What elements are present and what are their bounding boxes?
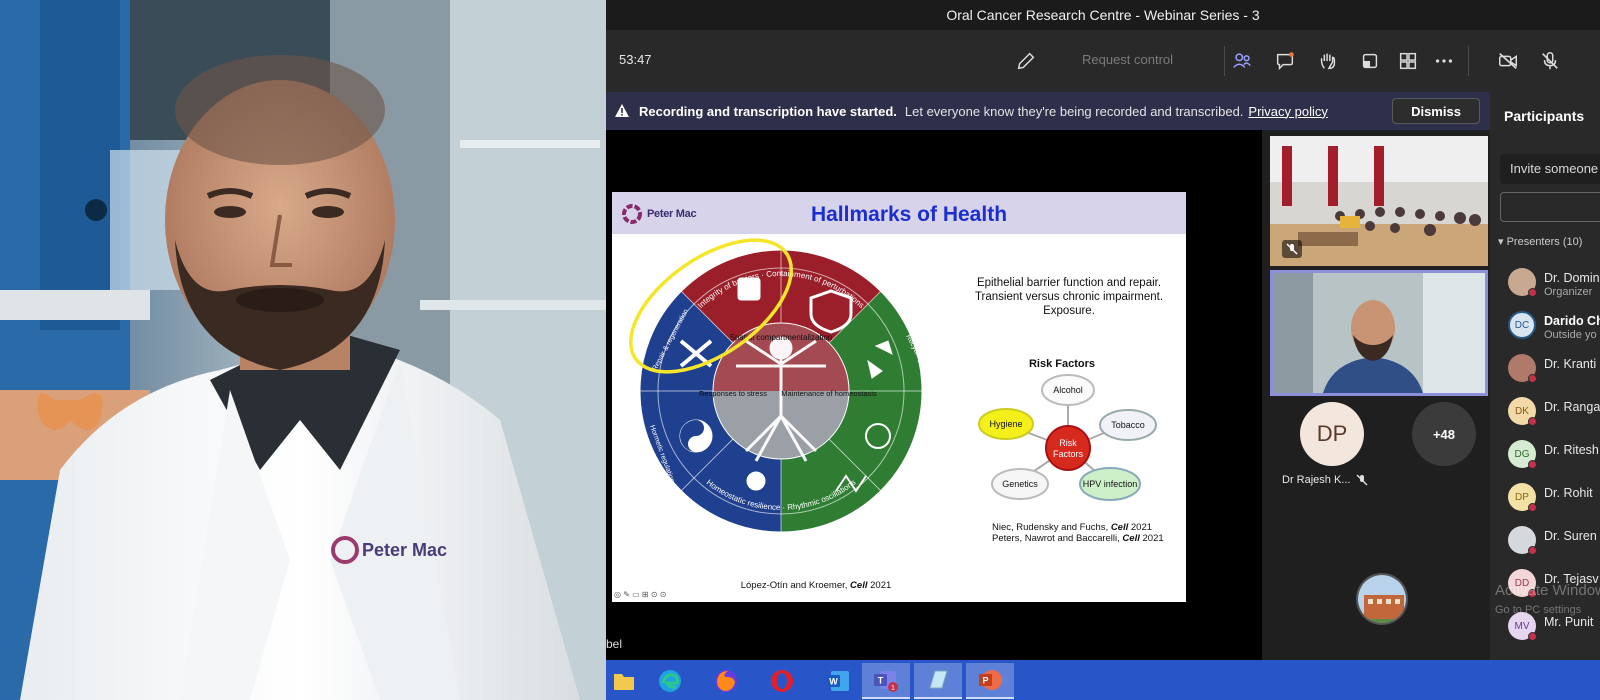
risk-node-hpv: HPV infection [1083,479,1138,489]
risk-node-alcohol: Alcohol [1053,385,1083,395]
edge-icon[interactable] [646,663,694,699]
window-title: Oral Cancer Research Centre - Webinar Se… [946,7,1260,23]
shared-content-stage: Peter Mac Hallmarks of Health Integrity … [606,130,1262,660]
participant-name-label: Dr Rajesh K... [1282,474,1368,486]
file-explorer-icon[interactable] [606,663,648,699]
powerpoint-icon[interactable]: P [966,663,1014,699]
presenters-section-header[interactable]: ▾ Presenters (10) [1498,235,1582,248]
slide-description: Epithelial barrier function and repair. … [974,277,1164,317]
participant-row[interactable]: DK Dr. Ranga [1508,393,1600,433]
recording-banner: Recording and transcription have started… [606,92,1490,130]
word-icon[interactable]: W [814,663,862,699]
video-tile-speaker[interactable] [1270,270,1488,396]
busy-status-icon [1528,288,1537,297]
mic-off-icon[interactable] [1536,48,1564,74]
busy-status-icon [1528,632,1537,641]
video-tile-room[interactable] [1270,136,1488,266]
more-participants-button[interactable]: +48 [1412,402,1476,466]
busy-status-icon [1528,546,1537,555]
activate-windows-hint: Go to PC settings [1495,604,1582,616]
share-tray-icon[interactable] [1356,48,1384,74]
teams-icon[interactable]: T1 [862,663,910,699]
wheel-inner-label-homeostasis: Maintenance of homeostasis [781,389,877,398]
svg-text:W: W [829,677,838,687]
presentation-slide: Peter Mac Hallmarks of Health Integrity … [612,192,1186,602]
participant-row[interactable]: DC Darido Ch Outside yo [1508,307,1600,347]
risk-center-line1: Risk [1059,438,1077,448]
wheel-inner-label-stress: Responses to stress [699,389,767,398]
slide-citation: López-Otín and Kroemer, Cell 2021 [740,580,892,591]
request-control-button[interactable]: Request control [1082,52,1173,67]
firefox-icon[interactable] [702,663,750,699]
window-title-bar: Oral Cancer Research Centre - Webinar Se… [606,0,1600,30]
risk-node-hygiene: Hygiene [989,419,1022,429]
privacy-policy-link[interactable]: Privacy policy [1248,104,1327,119]
opera-icon[interactable] [758,663,806,699]
banner-text: Let everyone know they're being recorded… [904,103,1244,119]
meeting-timer: 53:47 [619,52,652,67]
avatar-dp[interactable]: DP [1300,402,1364,466]
chat-icon[interactable] [1271,48,1299,74]
mic-muted-icon [1282,240,1302,258]
busy-status-icon [1528,503,1537,512]
toolbar-divider [1468,46,1469,76]
banner-heading: Recording and transcription have started… [639,103,897,119]
activate-windows-watermark: Activate Windows [1495,582,1600,599]
risk-node-genetics: Genetics [1002,479,1038,489]
participant-row[interactable]: Dr. Kranti [1508,350,1600,390]
apps-icon[interactable] [1394,48,1422,74]
invite-input[interactable]: Invite someone [1500,154,1600,184]
avatar-building-photo[interactable] [1356,573,1408,625]
participant-row[interactable]: Dr. Suren [1508,522,1600,562]
slide-toolbar[interactable]: ◎ ✎ ▭ ⊞ ⊙ ⊙ [614,590,666,599]
reference-line: Peters, Nawrot and Baccarelli, Cell 2021 [992,533,1164,544]
busy-status-icon [1528,374,1537,383]
reference-line: Niec, Rudensky and Fuchs, Cell 2021 [992,522,1153,533]
mic-muted-icon [1356,474,1368,486]
risk-center-line2: Factors [1053,449,1084,459]
presenter-name-label: bel [606,637,623,651]
people-icon[interactable] [1228,48,1256,74]
coat-logo-text: Peter Mac [362,540,447,560]
slide-references: Niec, Rudensky and Fuchs, Cell 2021 Pete… [992,522,1182,544]
more-icon[interactable] [1430,48,1458,74]
svg-text:T: T [878,676,884,686]
raise-hand-icon[interactable] [1314,48,1342,74]
toolbar-divider [1224,46,1225,76]
speaker-photo: Peter Mac [0,0,606,700]
pencil-icon[interactable] [1012,48,1040,74]
notes-icon[interactable] [914,663,962,699]
busy-status-icon [1528,460,1537,469]
risk-node-tobacco: Tobacco [1111,420,1145,430]
chevron-down-icon: ▾ [1498,236,1507,248]
participant-avatar: DC [1508,311,1536,339]
meeting-toolbar: 53:47 Request control [606,30,1600,105]
participant-row[interactable]: DP Dr. Rohit [1508,479,1600,519]
risk-factors-title: Risk Factors [1028,358,1096,370]
camera-off-icon[interactable] [1494,48,1522,74]
warning-icon [615,104,629,117]
hallmarks-wheel: Integrity of barriers · Containment of p… [629,238,936,533]
busy-status-icon [1528,417,1537,426]
participant-row[interactable]: Dr. Domin Organizer [1508,264,1600,304]
participants-title: Participants [1504,108,1585,124]
participants-panel: Participants Invite someone ▾ Presenters… [1490,92,1600,660]
windows-taskbar: W T1 P [606,660,1600,700]
speaker-photo-drawing: Peter Mac [0,0,606,700]
teams-badge: 1 [891,685,895,692]
svg-text:P: P [982,676,988,686]
video-gallery: DP +48 Dr Rajesh K... [1262,130,1490,660]
participant-row[interactable]: DG Dr. Ritesh [1508,436,1600,476]
slide-title: Hallmarks of Health [810,203,1008,226]
dismiss-button[interactable]: Dismiss [1392,98,1480,124]
share-invite-button[interactable] [1500,192,1600,222]
teams-window: Oral Cancer Research Centre - Webinar Se… [606,0,1600,700]
